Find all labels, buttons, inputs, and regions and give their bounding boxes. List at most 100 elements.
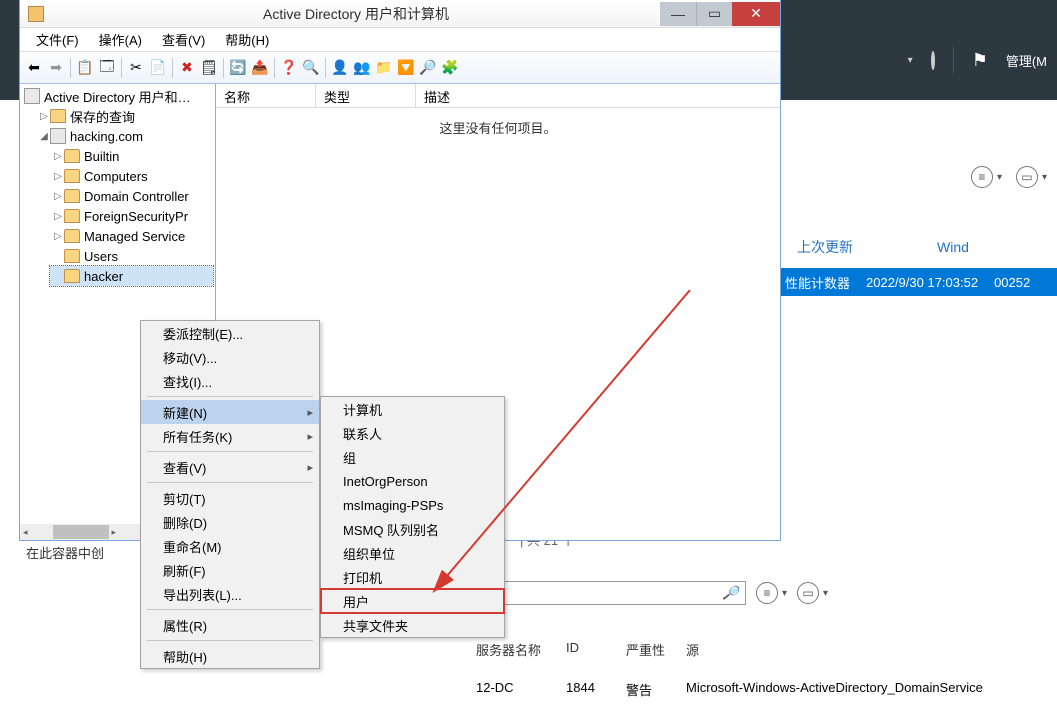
context-menu-item[interactable]: 剪切(T) <box>141 486 319 510</box>
col-type[interactable]: 类型 <box>316 84 416 107</box>
more-icon[interactable]: 🧩 <box>440 58 460 78</box>
context-menu-item[interactable]: 查看(V) <box>141 455 319 479</box>
minimize-button[interactable]: — <box>660 2 696 26</box>
group-icon[interactable]: 👥 <box>352 58 372 78</box>
find-icon[interactable]: 🔍 <box>301 58 321 78</box>
context-menu-item[interactable]: 查找(I)... <box>141 369 319 393</box>
col-desc[interactable]: 描述 <box>416 84 780 107</box>
search-icon[interactable]: 🔎 <box>418 58 438 78</box>
submenu-new-item[interactable]: MSMQ 队列别名 <box>321 517 504 541</box>
context-menu-item[interactable]: 导出列表(L)... <box>141 582 319 606</box>
menu-action[interactable]: 操作(A) <box>89 27 152 52</box>
submenu-new-item[interactable]: InetOrgPerson <box>321 469 504 493</box>
flag-icon[interactable]: ⚑ <box>972 50 988 71</box>
col-server[interactable]: 服务器名称 <box>476 640 566 659</box>
ou-icon[interactable]: 📁 <box>374 58 394 78</box>
col-severity[interactable]: 严重性 <box>626 640 686 659</box>
menu-view[interactable]: 查看(V) <box>152 27 215 52</box>
col-last-update[interactable]: 上次更新 <box>787 237 937 257</box>
tree-computers[interactable]: ▷Computers <box>50 166 213 186</box>
manage-menu[interactable]: 管理(M <box>1006 51 1047 70</box>
copy-icon[interactable]: 📄 <box>148 58 168 78</box>
titlebar[interactable]: Active Directory 用户和计算机 — ▭ ✕ <box>20 0 780 28</box>
submenu-new-item[interactable]: 用户 <box>321 589 504 613</box>
window-title: Active Directory 用户和计算机 <box>52 4 660 24</box>
submenu-new-item[interactable]: 打印机 <box>321 565 504 589</box>
divider <box>953 47 954 73</box>
filter-dropdown-2[interactable]: ▭ <box>797 582 828 604</box>
maximize-button[interactable]: ▭ <box>696 2 732 26</box>
tree-saved-queries[interactable]: ▷保存的查询 <box>36 106 213 126</box>
user-icon[interactable]: 👤 <box>330 58 350 78</box>
tree-item-label: Builtin <box>84 149 119 164</box>
menu-separator <box>147 640 313 641</box>
filter-icon[interactable]: 🔽 <box>396 58 416 78</box>
tree-root[interactable]: Active Directory 用户和… <box>22 86 213 106</box>
tasks-dropdown-1[interactable]: ≡ <box>971 166 1002 188</box>
tree-domain-controllers[interactable]: ▷Domain Controller <box>50 186 213 206</box>
delete-icon[interactable]: ✖ <box>177 58 197 78</box>
refresh-icon[interactable]: 🔄 <box>228 58 248 78</box>
evt-source: Microsoft-Windows-ActiveDirectory_Domain… <box>686 680 1003 699</box>
menubar: 文件(F) 操作(A) 查看(V) 帮助(H) <box>20 28 780 52</box>
properties-icon[interactable]: 🗔 <box>97 58 117 78</box>
separator <box>121 58 122 78</box>
context-menu-item[interactable]: 删除(D) <box>141 510 319 534</box>
col-source[interactable]: 源 <box>686 640 719 659</box>
submenu-new-item[interactable]: 组 <box>321 445 504 469</box>
tree-managed-service[interactable]: ▷Managed Service <box>50 226 213 246</box>
tree-root-label: Active Directory 用户和… <box>44 87 191 106</box>
forward-icon[interactable]: ➡ <box>46 58 66 78</box>
submenu-new-item[interactable]: 共享文件夹 <box>321 613 504 637</box>
col-windows[interactable]: Wind <box>937 239 969 255</box>
filter-dropdown-1[interactable]: ≡ <box>756 582 787 604</box>
cut-icon[interactable]: ✂ <box>126 58 146 78</box>
tree-builtin[interactable]: ▷Builtin <box>50 146 213 166</box>
submenu-new-item[interactable]: 计算机 <box>321 397 504 421</box>
menu-help[interactable]: 帮助(H) <box>215 27 279 52</box>
submenu-new-item[interactable]: msImaging-PSPs <box>321 493 504 517</box>
tree-domain[interactable]: ◢hacking.com <box>36 126 213 146</box>
filter-input[interactable]: 器 🔎 <box>476 581 746 605</box>
up-icon[interactable]: 📋 <box>75 58 95 78</box>
menu-separator <box>147 396 313 397</box>
context-menu-item[interactable]: 刷新(F) <box>141 558 319 582</box>
tree-item-label: hacking.com <box>70 129 143 144</box>
submenu-new-item[interactable]: 组织单位 <box>321 541 504 565</box>
context-menu-item[interactable]: 重命名(M) <box>141 534 319 558</box>
export-icon[interactable]: 📤 <box>250 58 270 78</box>
help-icon[interactable]: ❓ <box>279 58 299 78</box>
tree-users[interactable]: ▷Users <box>50 246 213 266</box>
dropdown-chevron-icon[interactable]: ▾ <box>908 55 913 66</box>
close-button[interactable]: ✕ <box>732 2 780 26</box>
menu-separator <box>147 609 313 610</box>
context-menu-item[interactable]: 帮助(H) <box>141 644 319 668</box>
context-menu-item[interactable]: 所有任务(K) <box>141 424 319 448</box>
evt-server: 12-DC <box>476 680 566 699</box>
refresh-icon[interactable] <box>931 53 935 68</box>
search-icon[interactable]: 🔎 <box>723 585 739 601</box>
col-id[interactable]: ID <box>566 640 626 659</box>
menu-file[interactable]: 文件(F) <box>26 27 89 52</box>
context-menu-item[interactable]: 新建(N) <box>141 400 319 424</box>
context-menu: 委派控制(E)...移动(V)...查找(I)... 新建(N)所有任务(K) 查看… <box>140 320 320 669</box>
col-name[interactable]: 名称 <box>216 84 316 107</box>
tree-hacker[interactable]: ▷hacker <box>50 266 213 286</box>
separator <box>223 58 224 78</box>
events-header: 服务器名称 ID 严重性 源 <box>476 640 1057 659</box>
events-row[interactable]: 12-DC 1844 警告 Microsoft-Windows-ActiveDi… <box>476 680 1057 699</box>
context-submenu-new: 计算机联系人组InetOrgPersonmsImaging-PSPsMSMQ 队… <box>320 396 505 638</box>
tree-item-label: Managed Service <box>84 229 185 244</box>
context-menu-item[interactable]: 移动(V)... <box>141 345 319 369</box>
tree-fsp[interactable]: ▷ForeignSecurityPr <box>50 206 213 226</box>
props-icon[interactable]: 🗒 <box>199 58 219 78</box>
context-menu-item[interactable]: 属性(R) <box>141 613 319 637</box>
events-filter-row: 器 🔎 ≡ ▭ <box>476 580 1047 606</box>
back-icon[interactable]: ⬅ <box>24 58 44 78</box>
app-icon <box>28 6 44 22</box>
tasks-dropdown-2[interactable]: ▭ <box>1016 166 1047 188</box>
context-menu-item[interactable]: 委派控制(E)... <box>141 321 319 345</box>
toolbar: ⬅ ➡ 📋 🗔 ✂ 📄 ✖ 🗒 🔄 📤 ❓ 🔍 👤 👥 📁 🔽 🔎 🧩 <box>20 52 780 84</box>
submenu-new-item[interactable]: 联系人 <box>321 421 504 445</box>
bg-table-row-selected[interactable]: 性能计数器 2022/9/30 17:03:52 00252 <box>777 268 1057 296</box>
